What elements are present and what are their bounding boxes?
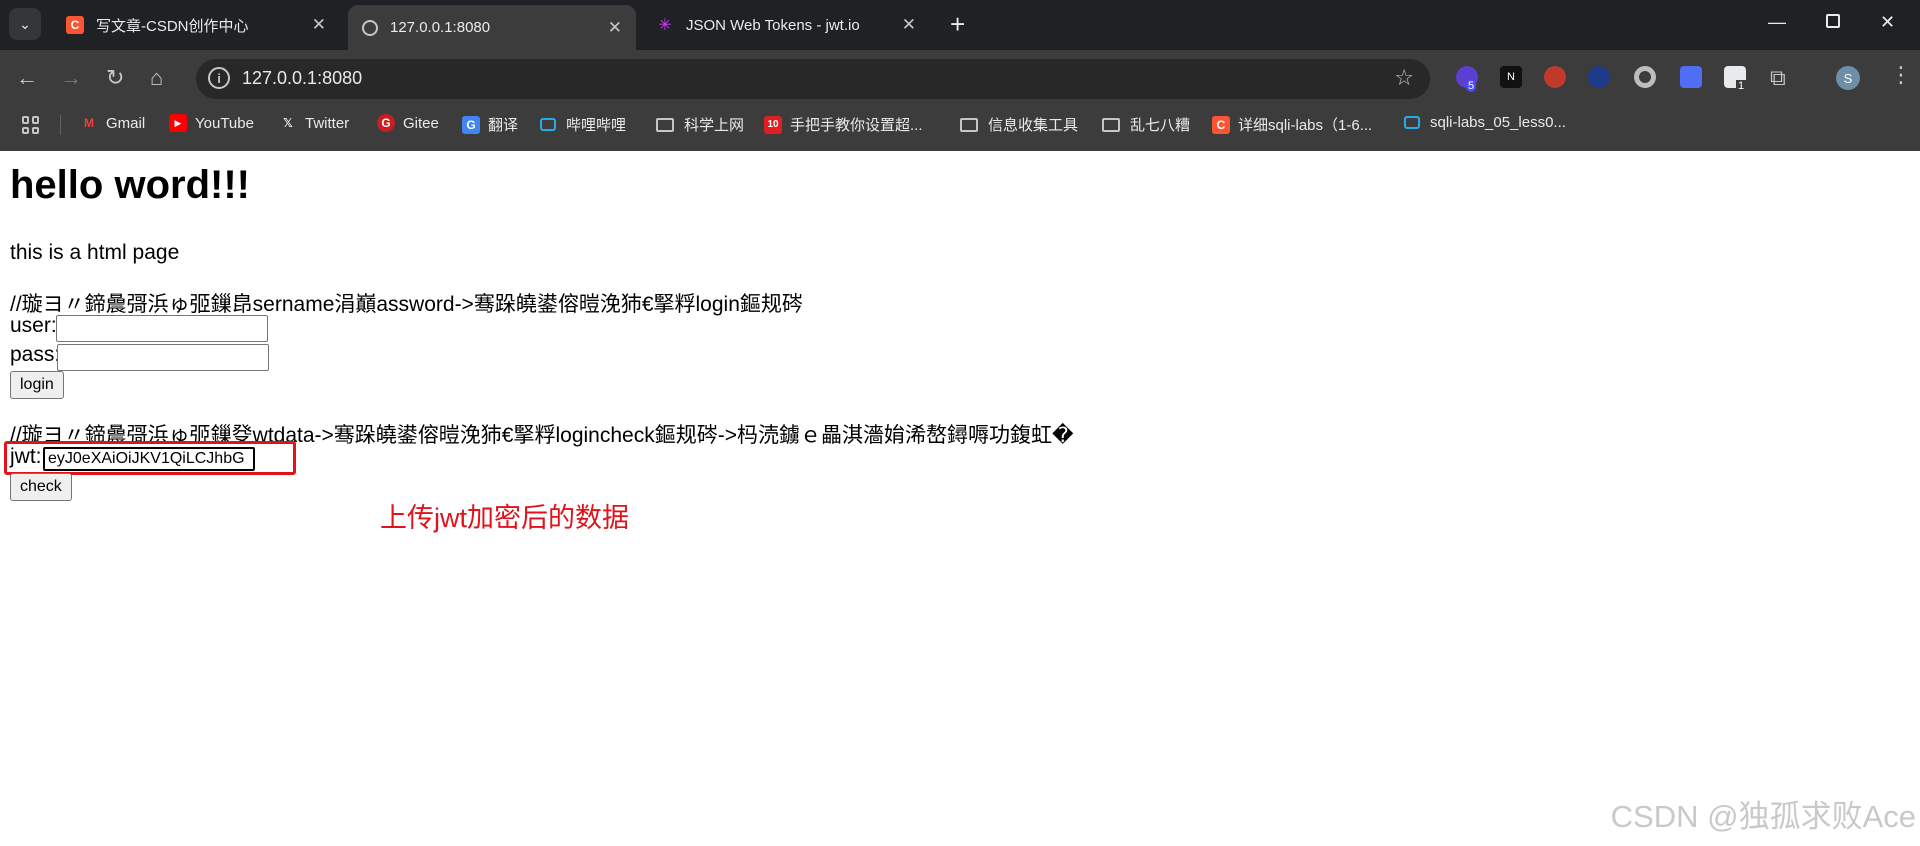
bookmark-divider xyxy=(60,115,61,135)
extension-badge: 1 xyxy=(1736,80,1747,92)
close-icon[interactable]: ✕ xyxy=(608,18,622,38)
minimize-icon[interactable]: — xyxy=(1768,12,1786,33)
check-button[interactable]: check xyxy=(10,473,72,501)
folder-icon xyxy=(656,117,674,132)
youtube-icon: ▶ xyxy=(169,114,187,132)
folder-icon xyxy=(1102,117,1120,132)
close-icon[interactable]: ✕ xyxy=(902,15,916,35)
avatar[interactable]: S xyxy=(1836,66,1860,90)
apps-grid-icon[interactable] xyxy=(22,116,40,134)
bookmark-label: 科学上网 xyxy=(684,117,745,134)
bookmark-label: YouTube xyxy=(195,114,254,132)
bookmark-label: Gmail xyxy=(106,114,146,132)
page-icon: 10 xyxy=(764,115,782,134)
pass-input[interactable] xyxy=(57,344,269,371)
tab-jwt[interactable]: ✳ JSON Web Tokens - jwt.io ✕ xyxy=(642,7,930,43)
pass-label: pass: xyxy=(10,343,61,366)
bookmark-translate[interactable]: G 翻译 xyxy=(462,114,518,135)
login-form-comment: //璇ヨ〃鍗曟彁浜ゅ弬鏁皍sername涓巔assword->骞跺皢鍙傛暟浼犻€… xyxy=(10,293,803,316)
bookmark-label: Gitee xyxy=(403,114,439,132)
back-icon[interactable]: ← xyxy=(16,65,38,91)
extensions-puzzle-icon[interactable]: ⧉ xyxy=(1770,65,1786,91)
extension-bird-icon[interactable] xyxy=(1680,66,1702,88)
close-icon[interactable]: ✕ xyxy=(312,15,326,35)
user-input[interactable] xyxy=(56,315,268,342)
login-button[interactable]: login xyxy=(10,371,64,399)
tab-title: 写文章-CSDN创作中心 xyxy=(96,17,249,35)
site-info-icon[interactable]: i xyxy=(208,67,230,89)
bookmark-label: 手把手教你设置超... xyxy=(790,117,923,134)
extension-circle-icon[interactable] xyxy=(1634,66,1656,88)
bookmark-sqli-bilibili[interactable]: sqli-labs_05_less0... xyxy=(1404,114,1566,131)
bookmark-twitter[interactable]: 𝕏 Twitter xyxy=(279,114,349,132)
tab-csdn[interactable]: C 写文章-CSDN创作中心 ✕ xyxy=(52,7,340,43)
bilibili-icon xyxy=(540,118,556,131)
tab-title: 127.0.0.1:8080 xyxy=(390,19,491,36)
bookmark-label: sqli-labs_05_less0... xyxy=(1430,114,1566,131)
csdn-icon: C xyxy=(1212,115,1230,134)
intro-text: this is a html page xyxy=(10,241,180,264)
gmail-icon: M xyxy=(84,116,94,130)
close-window-icon[interactable]: ✕ xyxy=(1880,12,1895,33)
tab-localhost[interactable]: 127.0.0.1:8080 ✕ xyxy=(348,5,636,50)
highlight-box xyxy=(4,441,296,475)
browser-chrome: ⌄ C 写文章-CSDN创作中心 ✕ 127.0.0.1:8080 ✕ ✳ JS… xyxy=(0,0,1920,151)
reload-icon[interactable]: ↻ xyxy=(106,65,124,91)
translate-icon: G xyxy=(462,115,480,134)
forward-icon[interactable]: → xyxy=(60,65,82,91)
bookmark-label: 信息收集工具 xyxy=(988,117,1079,134)
jwt-icon: ✳ xyxy=(658,17,672,34)
extension-trophy-icon[interactable] xyxy=(1588,66,1610,88)
watermark: CSDN @独孤求败Ace xyxy=(1610,799,1916,834)
user-label: user: xyxy=(10,314,57,337)
bookmark-sqli-csdn[interactable]: C 详细sqli-labs（1-6... xyxy=(1212,114,1372,135)
bookmark-youtube[interactable]: ▶ YouTube xyxy=(169,114,254,132)
bookmark-gitee[interactable]: G Gitee xyxy=(377,114,439,132)
page-content: hello word!!! this is a html page //璇ヨ〃鍗… xyxy=(0,151,1920,846)
tab-strip: ⌄ C 写文章-CSDN创作中心 ✕ 127.0.0.1:8080 ✕ ✳ JS… xyxy=(0,0,1920,50)
bookmark-label: 详细sqli-labs（1-6... xyxy=(1238,117,1373,134)
annotation-text: 上传jwt加密后的数据 xyxy=(380,503,629,533)
page-heading: hello word!!! xyxy=(10,163,250,207)
bookmark-guide[interactable]: 10 手把手教你设置超... xyxy=(764,114,923,135)
extension-mask-icon[interactable] xyxy=(1544,66,1566,88)
bookmark-label: Twitter xyxy=(305,114,350,132)
new-tab-plus-icon[interactable]: + xyxy=(950,10,965,38)
bookmark-folder-3[interactable]: 乱七八糟 xyxy=(1102,114,1190,135)
bookmark-folder-2[interactable]: 信息收集工具 xyxy=(960,114,1078,135)
bookmark-folder-1[interactable]: 科学上网 xyxy=(656,114,744,135)
bilibili-icon xyxy=(1404,116,1420,129)
tab-title: JSON Web Tokens - jwt.io xyxy=(686,16,860,34)
bookmark-label: 乱七八糟 xyxy=(1130,117,1191,134)
address-url[interactable]: 127.0.0.1:8080 xyxy=(242,68,362,89)
bookmark-bilibili[interactable]: 哔哩哔哩 xyxy=(540,114,626,135)
extension-badge: 5 xyxy=(1466,80,1477,92)
globe-icon xyxy=(362,19,378,36)
x-icon: 𝕏 xyxy=(283,116,293,130)
bookmark-label: 翻译 xyxy=(488,117,519,134)
folder-icon xyxy=(960,117,978,132)
restore-icon[interactable] xyxy=(1826,14,1840,28)
address-bar[interactable]: i 127.0.0.1:8080 ☆ xyxy=(196,59,1430,99)
bookmark-star-icon[interactable]: ☆ xyxy=(1394,65,1414,91)
menu-kebab-icon[interactable]: ⋮ xyxy=(1890,62,1912,88)
bookmark-label: 哔哩哔哩 xyxy=(566,117,627,134)
home-icon[interactable]: ⌂ xyxy=(150,65,163,91)
tab-search-chevron-icon[interactable]: ⌄ xyxy=(9,8,41,40)
bookmark-gmail[interactable]: M Gmail xyxy=(80,114,145,132)
extension-n-icon[interactable]: N xyxy=(1500,66,1522,88)
csdn-icon: C xyxy=(66,16,84,34)
gitee-icon: G xyxy=(377,114,395,132)
